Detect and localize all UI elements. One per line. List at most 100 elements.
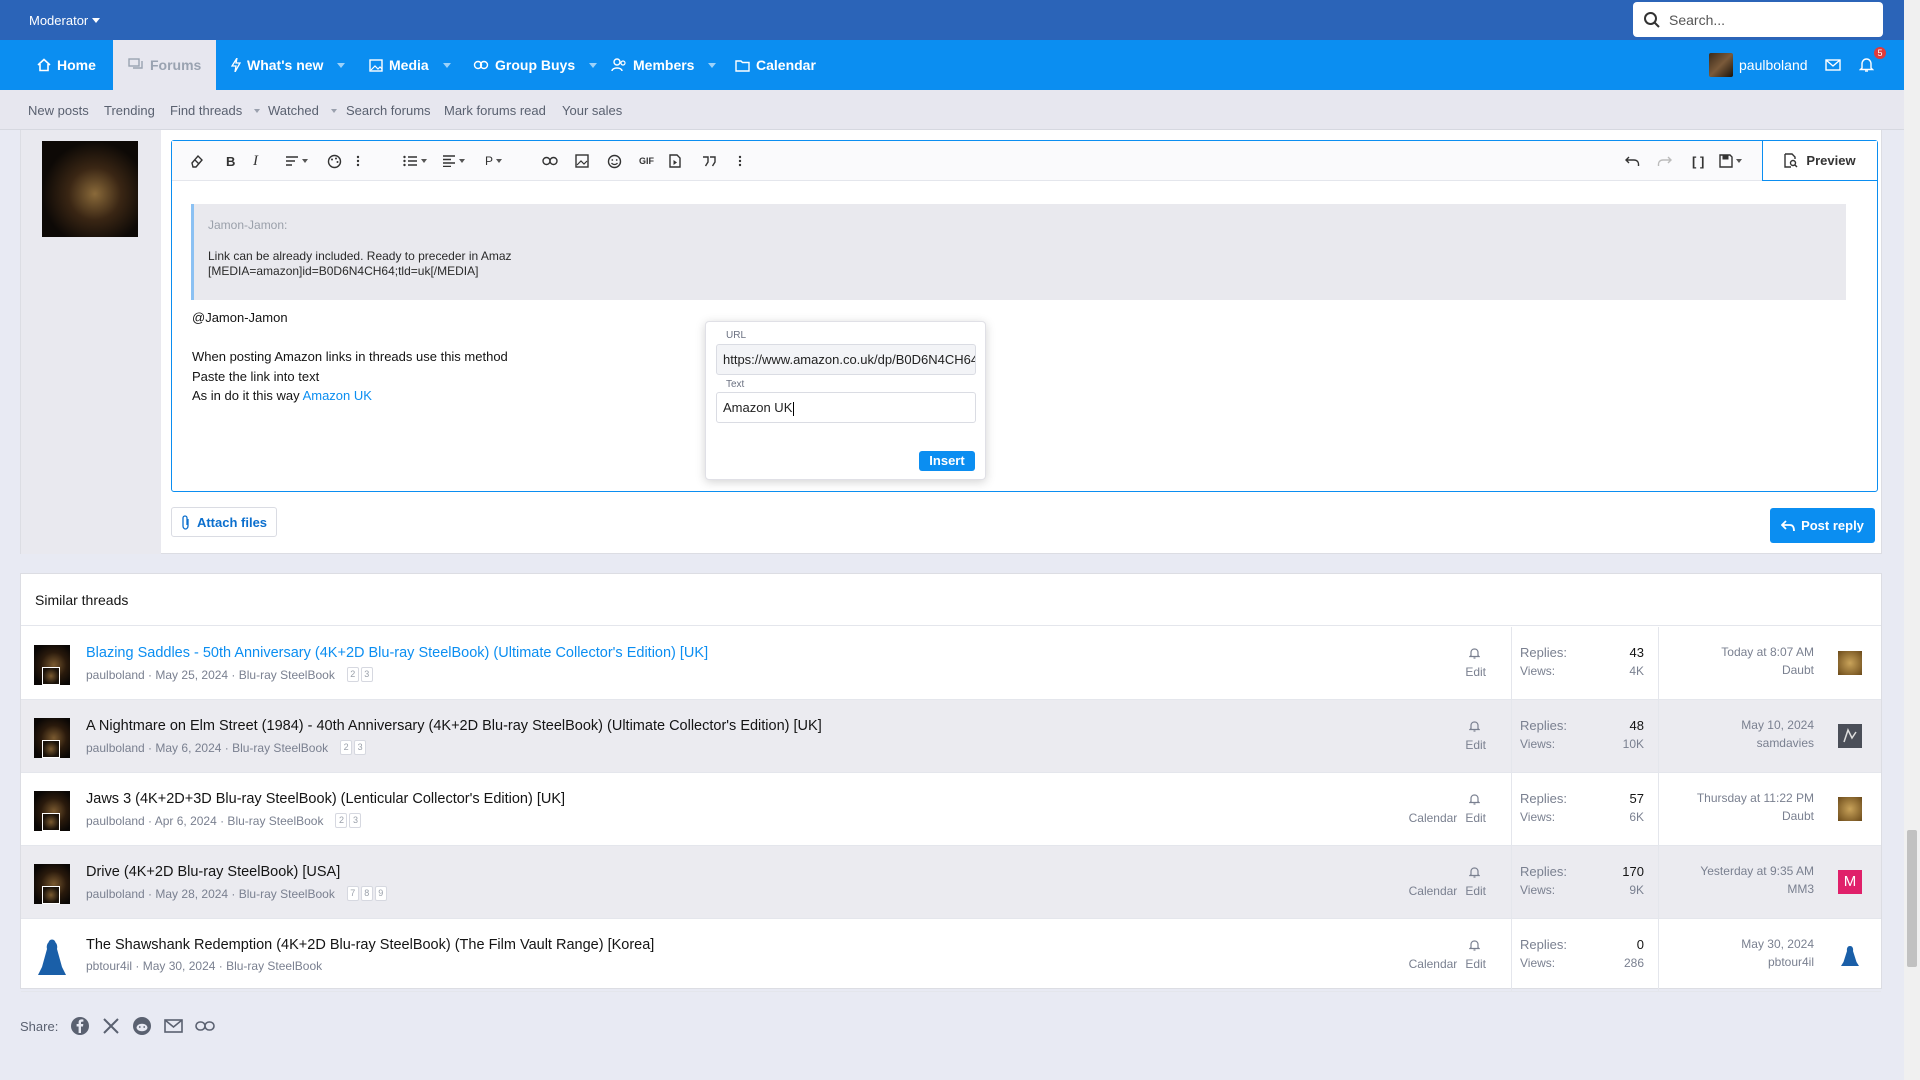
nav-media[interactable]: Media: [369, 40, 451, 90]
emoji-button[interactable]: [607, 151, 622, 171]
bell-icon[interactable]: [1469, 939, 1480, 951]
quote-block[interactable]: Jamon-Jamon: Link can be already include…: [191, 204, 1846, 300]
calendar-link[interactable]: Calendar: [1409, 957, 1458, 971]
subnav-search-forums[interactable]: Search forums: [346, 103, 431, 118]
thread-row[interactable]: Drive (4K+2D Blu-ray SteelBook) [USA] pa…: [21, 846, 1881, 919]
last-post-user[interactable]: pbtour4il: [1741, 955, 1814, 969]
bold-button[interactable]: B: [226, 151, 235, 171]
italic-button[interactable]: I: [253, 151, 258, 171]
editor-content[interactable]: @Jamon-Jamon When posting Amazon links i…: [192, 308, 508, 406]
edit-link[interactable]: Edit: [1465, 738, 1486, 752]
thread-row[interactable]: The Shawshank Redemption (4K+2D Blu-ray …: [21, 919, 1881, 992]
subnav-find-threads[interactable]: Find threads: [170, 103, 261, 118]
thread-row[interactable]: Jaws 3 (4K+2D+3D Blu-ray SteelBook) (Len…: [21, 773, 1881, 846]
link-text-input[interactable]: Amazon UK: [716, 392, 976, 423]
insert-button[interactable]: Insert: [919, 451, 975, 471]
drafts-button[interactable]: [1719, 151, 1742, 171]
bell-icon[interactable]: [1469, 647, 1480, 659]
avatar[interactable]: [42, 141, 138, 237]
last-post-user[interactable]: Daubt: [1721, 663, 1814, 677]
thread-title[interactable]: Blazing Saddles - 50th Anniversary (4K+2…: [86, 645, 708, 661]
avatar[interactable]: [34, 645, 70, 685]
thread-title[interactable]: A Nightmare on Elm Street (1984) - 40th …: [86, 718, 822, 734]
last-post-user[interactable]: samdavies: [1741, 736, 1814, 750]
thread-row[interactable]: Blazing Saddles - 50th Anniversary (4K+2…: [21, 627, 1881, 700]
subnav-your-sales[interactable]: Your sales: [562, 103, 622, 118]
nav-whats-new[interactable]: What's new: [231, 40, 346, 90]
edit-link[interactable]: Edit: [1465, 957, 1486, 971]
subnav-watched[interactable]: Watched: [268, 103, 337, 118]
user-menu[interactable]: paulboland: [1709, 40, 1808, 90]
thread-title[interactable]: Jaws 3 (4K+2D+3D Blu-ray SteelBook) (Len…: [86, 791, 565, 807]
last-post-date[interactable]: May 10, 2024: [1741, 718, 1814, 732]
avatar[interactable]: [34, 937, 70, 977]
subnav-mark-forums-read[interactable]: Mark forums read: [444, 103, 546, 118]
scrollbar-thumb[interactable]: [1907, 830, 1917, 967]
bell-icon[interactable]: [1469, 866, 1480, 878]
list-button[interactable]: [403, 151, 427, 171]
bell-icon[interactable]: [1469, 793, 1480, 805]
insert-link-button[interactable]: [542, 151, 558, 171]
preview-button[interactable]: Preview: [1762, 141, 1877, 181]
calendar-link[interactable]: Calendar: [1409, 884, 1458, 898]
nav-calendar[interactable]: Calendar: [735, 40, 816, 90]
nav-group-buys[interactable]: Group Buys: [473, 40, 598, 90]
more-text-options-button[interactable]: [356, 151, 360, 171]
rich-text-editor[interactable]: B I P GIF [] Preview Jamon-Jamon: Link …: [171, 140, 1878, 492]
last-poster-avatar[interactable]: [1838, 724, 1862, 748]
last-poster-avatar[interactable]: [1838, 651, 1862, 675]
clear-formatting-button[interactable]: [190, 151, 204, 171]
calendar-link[interactable]: Calendar: [1409, 811, 1458, 825]
last-post-user[interactable]: MM3: [1700, 882, 1814, 896]
last-poster-avatar[interactable]: [1838, 797, 1862, 821]
search-input[interactable]: Search...: [1633, 2, 1883, 37]
subnav-trending[interactable]: Trending: [104, 103, 155, 118]
facebook-icon[interactable]: [70, 1016, 90, 1036]
align-button[interactable]: [442, 151, 465, 171]
x-icon[interactable]: [102, 1017, 120, 1035]
color-button[interactable]: [327, 151, 342, 171]
insert-image-button[interactable]: [575, 151, 589, 171]
edit-link[interactable]: Edit: [1465, 884, 1486, 898]
nav-members[interactable]: Members: [611, 40, 717, 90]
gif-button[interactable]: GIF: [639, 151, 654, 171]
amazon-uk-link[interactable]: Amazon UK: [303, 388, 372, 403]
last-poster-avatar[interactable]: [1838, 943, 1862, 967]
text-size-button[interactable]: [285, 151, 308, 171]
avatar[interactable]: [34, 718, 70, 758]
last-poster-avatar[interactable]: M: [1838, 870, 1862, 894]
email-icon[interactable]: [164, 1019, 184, 1033]
page-jump[interactable]: 2: [340, 740, 353, 755]
thread-title[interactable]: The Shawshank Redemption (4K+2D Blu-ray …: [86, 937, 654, 953]
avatar[interactable]: [34, 864, 70, 904]
edit-link[interactable]: Edit: [1465, 665, 1486, 679]
edit-link[interactable]: Edit: [1465, 811, 1486, 825]
url-input[interactable]: https://www.amazon.co.uk/dp/B0D6N4CH64: [716, 344, 976, 375]
nav-home[interactable]: Home: [37, 40, 96, 90]
last-post-date[interactable]: Today at 8:07 AM: [1721, 645, 1814, 659]
page-jump[interactable]: 2: [335, 813, 348, 828]
reddit-icon[interactable]: [132, 1016, 152, 1036]
page-jump[interactable]: 2: [346, 667, 359, 682]
moderator-menu[interactable]: Moderator: [29, 13, 101, 28]
last-post-user[interactable]: Daubt: [1697, 809, 1814, 823]
redo-button[interactable]: [1657, 151, 1672, 171]
page-jump[interactable]: 7: [346, 886, 359, 901]
insert-media-button[interactable]: [669, 151, 681, 171]
avatar[interactable]: [34, 791, 70, 831]
page-jump[interactable]: 9: [374, 886, 387, 901]
alerts-button[interactable]: [1859, 40, 1874, 90]
thread-row[interactable]: A Nightmare on Elm Street (1984) - 40th …: [21, 700, 1881, 773]
paragraph-button[interactable]: P: [485, 151, 503, 171]
page-jump[interactable]: 8: [360, 886, 373, 901]
subnav-new-posts[interactable]: New posts: [28, 103, 89, 118]
attach-files-button[interactable]: Attach files: [171, 507, 277, 537]
last-post-date[interactable]: Yesterday at 9:35 AM: [1700, 864, 1814, 878]
page-jump[interactable]: 3: [360, 667, 373, 682]
thread-title[interactable]: Drive (4K+2D Blu-ray SteelBook) [USA]: [86, 864, 340, 880]
toggle-bbcode-button[interactable]: [ ]: [1692, 151, 1704, 171]
bell-icon[interactable]: [1469, 720, 1480, 732]
last-post-date[interactable]: Thursday at 11:22 PM: [1697, 791, 1814, 805]
page-jump[interactable]: 3: [349, 813, 362, 828]
undo-button[interactable]: [1625, 151, 1640, 171]
